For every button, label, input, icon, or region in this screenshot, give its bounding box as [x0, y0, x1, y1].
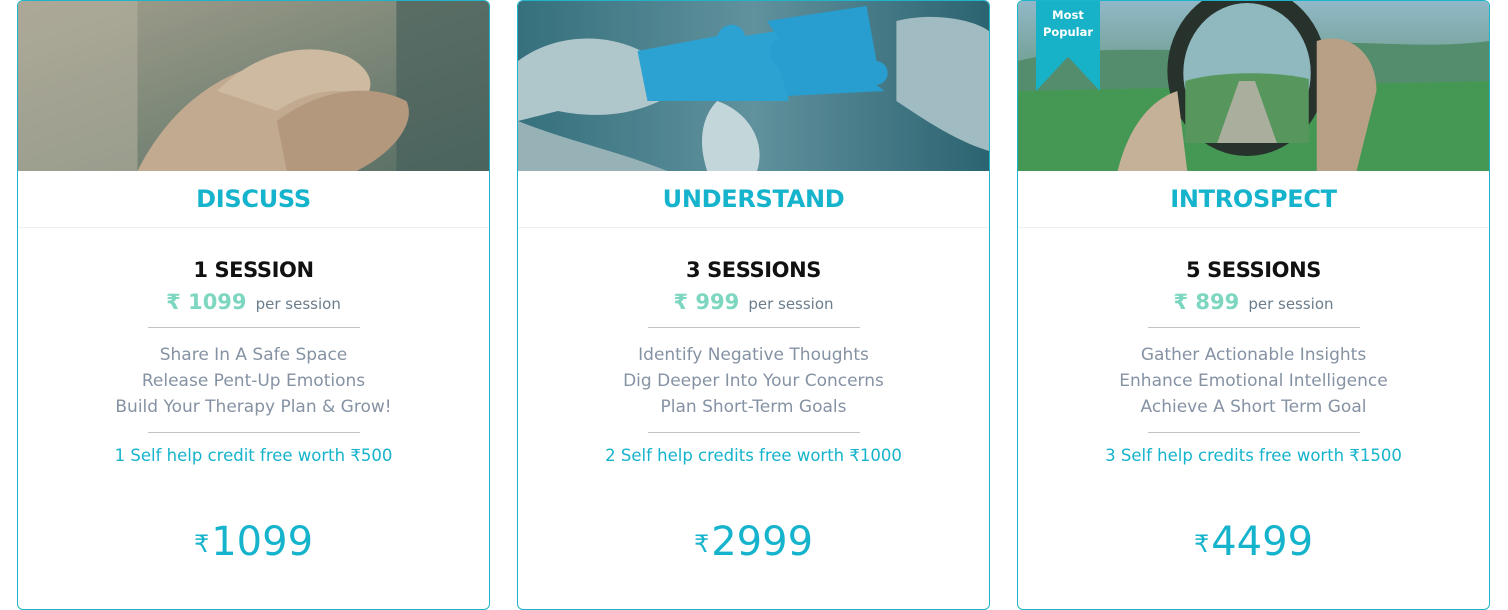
- plan-name: INTROSPECT: [1018, 171, 1489, 228]
- self-help-credit: 3 Self help credits free worth ₹1500: [1105, 446, 1402, 465]
- plan-sessions: 5 SESSIONS: [1185, 258, 1322, 282]
- plan-card-understand[interactable]: UNDERSTAND 3 SESSIONS ₹ 999 per session …: [517, 0, 990, 610]
- badge-line: Most: [1052, 8, 1084, 22]
- divider: [647, 327, 860, 328]
- plan-sessions: 1 SESSION: [193, 258, 314, 282]
- plan-image-holding-hands: [18, 1, 489, 171]
- benefit-list: Identify Negative Thoughts Dig Deeper In…: [518, 342, 989, 420]
- currency-symbol: ₹: [693, 530, 710, 558]
- divider: [1147, 432, 1360, 433]
- benefit-item: Gather Actionable Insights: [1140, 345, 1367, 365]
- self-help-credit: 1 Self help credit free worth ₹500: [114, 446, 393, 465]
- benefit-item: Share In A Safe Space: [159, 345, 348, 365]
- benefit-item: Build Your Therapy Plan & Grow!: [115, 397, 392, 417]
- plan-name: DISCUSS: [18, 171, 489, 228]
- plan-name: UNDERSTAND: [518, 171, 989, 228]
- plan-card-introspect[interactable]: Most Popular INTROSPECT 5 SESSIONS ₹ 899…: [1017, 0, 1490, 610]
- benefit-item: Identify Negative Thoughts: [638, 345, 869, 365]
- plan-rate: ₹ 899 per session: [1018, 290, 1489, 314]
- plan-image-puzzle-pieces: [518, 1, 989, 171]
- benefit-item: Enhance Emotional Intelligence: [1119, 371, 1388, 391]
- divider: [147, 327, 360, 328]
- plan-image-lens-landscape: Most Popular: [1018, 1, 1489, 171]
- price-value: 4499: [1211, 519, 1314, 565]
- benefit-list: Gather Actionable Insights Enhance Emoti…: [1018, 342, 1489, 420]
- benefit-list: Share In A Safe Space Release Pent-Up Em…: [18, 342, 489, 420]
- rate-unit: per session: [255, 295, 341, 313]
- divider: [647, 432, 860, 433]
- plan-price: ₹2999: [518, 519, 989, 565]
- plan-rate: ₹ 1099 per session: [18, 290, 489, 314]
- rate-amount: ₹ 899: [1173, 290, 1240, 314]
- benefit-item: Release Pent-Up Emotions: [141, 371, 366, 391]
- plan-rate: ₹ 999 per session: [518, 290, 989, 314]
- benefit-item: Achieve A Short Term Goal: [1140, 397, 1367, 417]
- badge-line: Popular: [1042, 25, 1094, 39]
- benefit-item: Plan Short-Term Goals: [660, 397, 847, 417]
- plan-sessions: 3 SESSIONS: [685, 258, 822, 282]
- rate-unit: per session: [748, 295, 834, 313]
- divider: [1147, 327, 1360, 328]
- price-value: 2999: [711, 519, 814, 565]
- price-value: 1099: [211, 519, 314, 565]
- rate-unit: per session: [1248, 295, 1334, 313]
- self-help-credit: 2 Self help credits free worth ₹1000: [605, 446, 902, 465]
- plan-price: ₹1099: [18, 519, 489, 565]
- currency-symbol: ₹: [1193, 530, 1210, 558]
- divider: [147, 432, 360, 433]
- plan-card-discuss[interactable]: DISCUSS 1 SESSION ₹ 1099 per session Sha…: [17, 0, 490, 610]
- currency-symbol: ₹: [193, 530, 210, 558]
- rate-amount: ₹ 999: [673, 290, 740, 314]
- rate-amount: ₹ 1099: [166, 290, 247, 314]
- benefit-item: Dig Deeper Into Your Concerns: [623, 371, 884, 391]
- plan-price: ₹4499: [1018, 519, 1489, 565]
